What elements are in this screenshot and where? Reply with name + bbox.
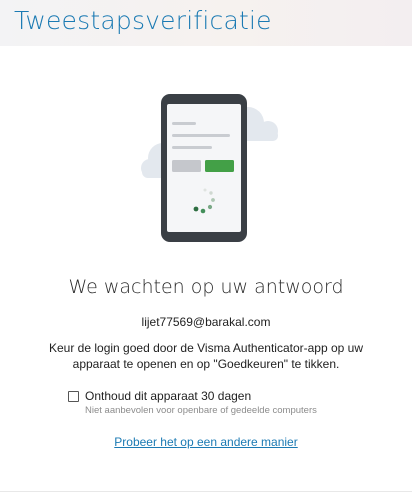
waiting-heading: We wachten op uw antwoord — [68, 276, 344, 298]
phone-illustration — [141, 94, 278, 242]
phone-device — [161, 94, 247, 242]
try-another-way-link[interactable]: Probeer het op een andere manier — [0, 435, 412, 449]
remember-device-checkbox[interactable] — [68, 390, 79, 402]
footer-divider — [0, 491, 412, 492]
approve-button-graphic — [205, 160, 234, 172]
instruction-text: Keur de login goed door de Visma Authent… — [49, 341, 363, 371]
reject-button-graphic — [172, 160, 201, 172]
remember-device-hint: Niet aanbevolen voor openbare of gedeeld… — [85, 405, 317, 416]
remember-device-option[interactable]: Onthoud dit apparaat 30 dagen — [68, 388, 251, 404]
account-email: lijet77569@barakal.com — [141, 315, 271, 329]
remember-device-label[interactable]: Onthoud dit apparaat 30 dagen — [85, 389, 251, 403]
